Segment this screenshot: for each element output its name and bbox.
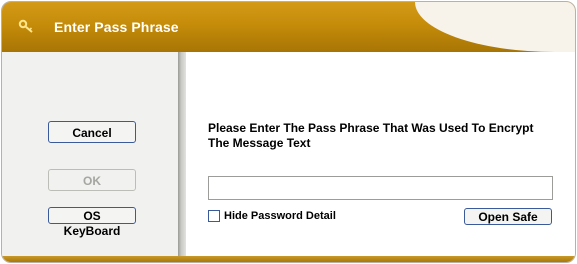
- hide-password-option[interactable]: Hide Password Detail: [208, 209, 336, 223]
- prompt-text: Please Enter The Pass Phrase That Was Us…: [208, 121, 534, 150]
- title-bar: Enter Pass Phrase: [2, 2, 575, 52]
- panel-divider: [178, 52, 186, 262]
- title-bar-decoration: [415, 2, 575, 52]
- bottom-bar: [2, 256, 575, 262]
- cancel-button[interactable]: Cancel: [48, 121, 136, 143]
- window-title: Enter Pass Phrase: [54, 19, 179, 35]
- key-icon: [18, 19, 33, 33]
- open-safe-button[interactable]: Open Safe: [464, 208, 552, 225]
- content-panel: [186, 52, 575, 262]
- pass-phrase-input[interactable]: [208, 176, 553, 200]
- hide-password-label: Hide Password Detail: [224, 210, 336, 222]
- ok-button[interactable]: OK: [48, 169, 136, 191]
- os-keyboard-button[interactable]: OS KeyBoard: [48, 207, 136, 238]
- hide-password-checkbox[interactable]: [208, 210, 220, 222]
